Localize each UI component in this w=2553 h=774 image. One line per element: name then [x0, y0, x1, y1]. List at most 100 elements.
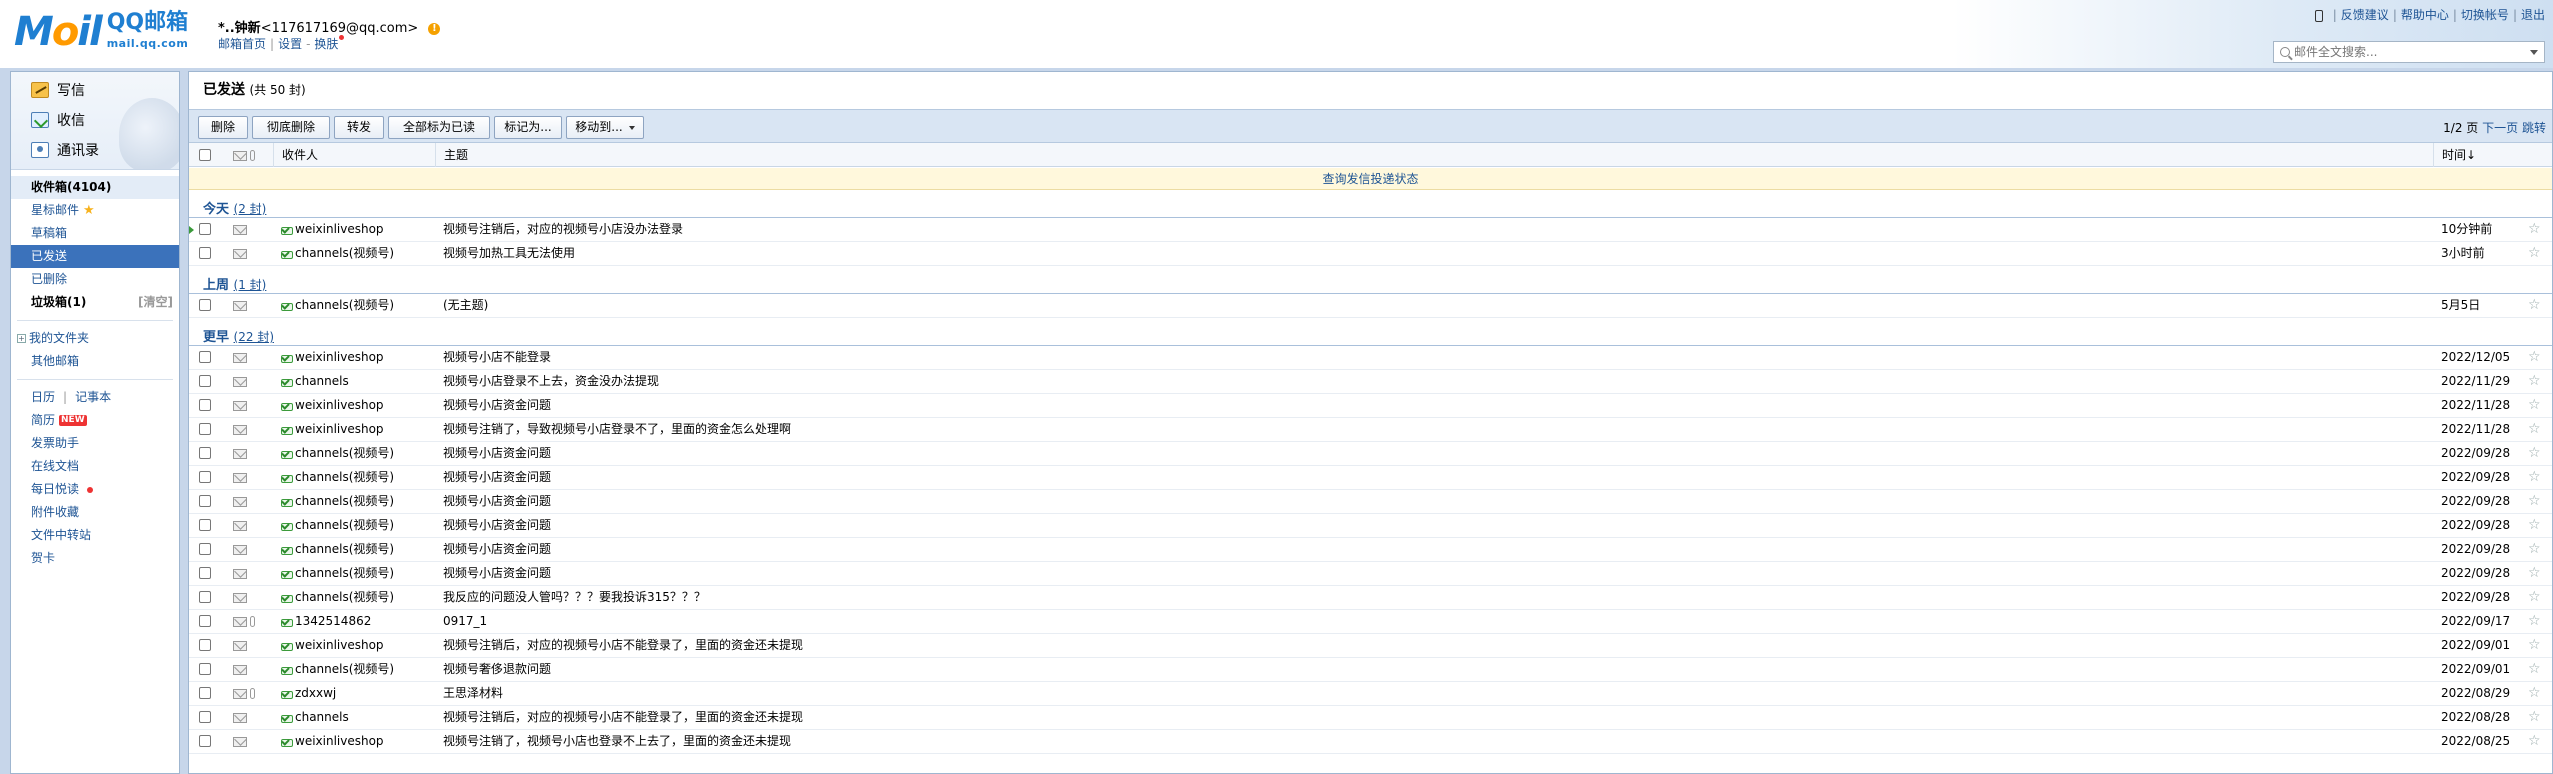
star-icon[interactable]: ☆ [2528, 706, 2541, 729]
table-row[interactable]: channels(视频号) 我反应的问题没人管吗？？？要我投诉315？？？ 2022… [189, 586, 2552, 610]
subject[interactable]: 视频号小店资金问题 [443, 562, 551, 585]
star-icon[interactable]: ☆ [2528, 394, 2541, 417]
subject[interactable]: 视频号注销后，对应的视频号小店不能登录了，里面的资金还未提现 [443, 634, 803, 657]
subject[interactable]: 视频号小店资金问题 [443, 394, 551, 417]
star-icon[interactable]: ☆ [2528, 490, 2541, 513]
subject[interactable]: 视频号小店不能登录 [443, 346, 551, 369]
clear-spam-link[interactable]: [清空] [138, 291, 173, 314]
compose-button[interactable]: 写信 [31, 80, 85, 100]
row-checkbox[interactable] [199, 495, 211, 507]
table-row[interactable]: weixinliveshop 视频号注销后，对应的视频号小店不能登录了，里面的资金… [189, 634, 2552, 658]
settings-link[interactable]: 设置 [278, 37, 302, 51]
sidebar-item-resume[interactable]: 简历 NEW [11, 409, 179, 432]
delete-button[interactable]: 删除 [198, 116, 248, 139]
table-row[interactable]: weixinliveshop 视频号注销了，视频号小店也登录不上去了，里面的资金还… [189, 730, 2552, 754]
table-row[interactable]: weixinliveshop 视频号小店资金问题 2022/11/28 ☆ [189, 394, 2552, 418]
move-to-dropdown[interactable]: 移动到... [566, 116, 644, 139]
chevron-down-icon[interactable] [2530, 49, 2538, 55]
star-icon[interactable]: ☆ [2528, 586, 2541, 609]
mark-as-dropdown[interactable]: 标记为... [494, 116, 562, 151]
row-checkbox[interactable] [199, 447, 211, 459]
star-icon[interactable]: ☆ [2528, 442, 2541, 465]
row-checkbox[interactable] [199, 567, 211, 579]
search-icon[interactable] [2280, 47, 2290, 57]
sidebar-item-invoice[interactable]: 发票助手 [11, 432, 179, 455]
table-row[interactable]: weixinliveshop 视频号小店不能登录 2022/12/05 ☆ [189, 346, 2552, 370]
row-checkbox[interactable] [199, 375, 211, 387]
recipient-column-header[interactable]: 收件人 [273, 143, 421, 167]
row-checkbox[interactable] [199, 687, 211, 699]
subject[interactable]: 0917_1 [443, 610, 487, 633]
mailbox-home-link[interactable]: 邮箱首页 [218, 37, 266, 51]
row-checkbox[interactable] [199, 615, 211, 627]
subject[interactable]: 视频号小店资金问题 [443, 514, 551, 537]
star-icon[interactable]: ☆ [2528, 466, 2541, 489]
switch-account-link[interactable]: 切换帐号 [2461, 8, 2509, 22]
star-icon[interactable]: ☆ [2528, 294, 2541, 317]
table-row[interactable]: channels(视频号) 视频号小店资金问题 2022/09/28 ☆ [189, 442, 2552, 466]
star-icon[interactable]: ☆ [2528, 658, 2541, 681]
forward-button[interactable]: 转发 [334, 116, 384, 139]
group-count[interactable]: (2 封) [234, 202, 267, 216]
star-icon[interactable]: ☆ [2528, 730, 2541, 753]
sidebar-item-cards[interactable]: 贺卡 [11, 547, 179, 570]
subject[interactable]: 视频号奢侈退款问题 [443, 658, 551, 681]
warning-icon[interactable]: ! [428, 22, 441, 35]
star-icon[interactable]: ☆ [2528, 218, 2541, 241]
table-row[interactable]: channels(视频号) (无主题) 5月5日 ☆ [189, 294, 2552, 318]
row-checkbox[interactable] [199, 247, 211, 259]
table-row[interactable]: channels(视频号) 视频号小店资金问题 2022/09/28 ☆ [189, 538, 2552, 562]
search-input[interactable] [2294, 45, 2530, 59]
time-column-header[interactable]: 时间↓ [2433, 143, 2553, 167]
subject-column-header[interactable]: 主题 [435, 143, 2435, 167]
row-checkbox[interactable] [199, 223, 211, 235]
row-checkbox[interactable] [199, 639, 211, 651]
feedback-link[interactable]: 反馈建议 [2341, 8, 2389, 22]
select-all-checkbox[interactable] [199, 149, 211, 161]
sidebar-item-deleted[interactable]: 已删除 [11, 268, 179, 291]
star-icon[interactable]: ☆ [2528, 418, 2541, 441]
phone-icon[interactable] [2314, 9, 2323, 22]
row-checkbox[interactable] [199, 735, 211, 747]
subject[interactable]: 视频号注销了，视频号小店也登录不上去了，里面的资金还未提现 [443, 730, 791, 753]
star-icon[interactable]: ☆ [2528, 346, 2541, 369]
sidebar-item-sent[interactable]: 已发送 [11, 245, 179, 268]
contacts-button[interactable]: 通讯录 [31, 140, 99, 160]
subject[interactable]: 视频号注销后，对应的视频号小店没办法登录 [443, 218, 683, 241]
table-row[interactable]: weixinliveshop 视频号注销了，导致视频号小店登录不了，里面的资金怎么… [189, 418, 2552, 442]
row-checkbox[interactable] [199, 351, 211, 363]
subject[interactable]: 视频号小店资金问题 [443, 538, 551, 561]
star-icon[interactable]: ☆ [2528, 538, 2541, 561]
table-row[interactable]: channels(视频号) 视频号奢侈退款问题 2022/09/01 ☆ [189, 658, 2552, 682]
table-row[interactable]: channels 视频号小店登录不上去，资金没办法提现 2022/11/29 ☆ [189, 370, 2552, 394]
subject[interactable]: 视频号小店资金问题 [443, 442, 551, 465]
search-box[interactable] [2273, 41, 2545, 63]
qq-mail-logo[interactable]: Moil QQ邮箱 mail.qq.com [14, 12, 188, 54]
subject[interactable]: 视频号注销后，对应的视频号小店不能登录了，里面的资金还未提现 [443, 706, 803, 729]
row-checkbox[interactable] [199, 471, 211, 483]
table-row[interactable]: channels 视频号注销后，对应的视频号小店不能登录了，里面的资金还未提现 20… [189, 706, 2552, 730]
subject[interactable]: 视频号小店登录不上去，资金没办法提现 [443, 370, 659, 393]
row-checkbox[interactable] [199, 399, 211, 411]
delete-permanently-button[interactable]: 彻底删除 [252, 116, 330, 139]
group-count[interactable]: (22 封) [234, 330, 274, 344]
sidebar-item-starred[interactable]: 星标邮件 ★ [11, 199, 179, 222]
table-row[interactable]: channels(视频号) 视频号加热工具无法使用 3小时前 ☆ [189, 242, 2552, 266]
star-icon[interactable]: ☆ [2528, 242, 2541, 265]
subject[interactable]: 视频号注销了，导致视频号小店登录不了，里面的资金怎么处理啊 [443, 418, 791, 441]
next-page-link[interactable]: 下一页 [2482, 121, 2518, 135]
logout-link[interactable]: 退出 [2521, 8, 2545, 22]
mark-all-read-button[interactable]: 全部标为已读 [388, 116, 490, 139]
sidebar-item-docs[interactable]: 在线文档 [11, 455, 179, 478]
star-icon[interactable]: ☆ [2528, 370, 2541, 393]
receive-button[interactable]: 收信 [31, 110, 85, 130]
row-checkbox[interactable] [199, 543, 211, 555]
table-row[interactable]: channels(视频号) 视频号小店资金问题 2022/09/28 ☆ [189, 466, 2552, 490]
star-icon[interactable]: ☆ [2528, 610, 2541, 633]
sidebar-item-daily[interactable]: 每日悦读 [11, 478, 179, 501]
sidebar-item-spam[interactable]: 垃圾箱(1) [清空] [11, 291, 179, 314]
star-icon[interactable]: ☆ [2528, 634, 2541, 657]
table-row[interactable]: channels(视频号) 视频号小店资金问题 2022/09/28 ☆ [189, 490, 2552, 514]
subject[interactable]: 王思泽材料 [443, 682, 503, 705]
row-checkbox[interactable] [199, 519, 211, 531]
